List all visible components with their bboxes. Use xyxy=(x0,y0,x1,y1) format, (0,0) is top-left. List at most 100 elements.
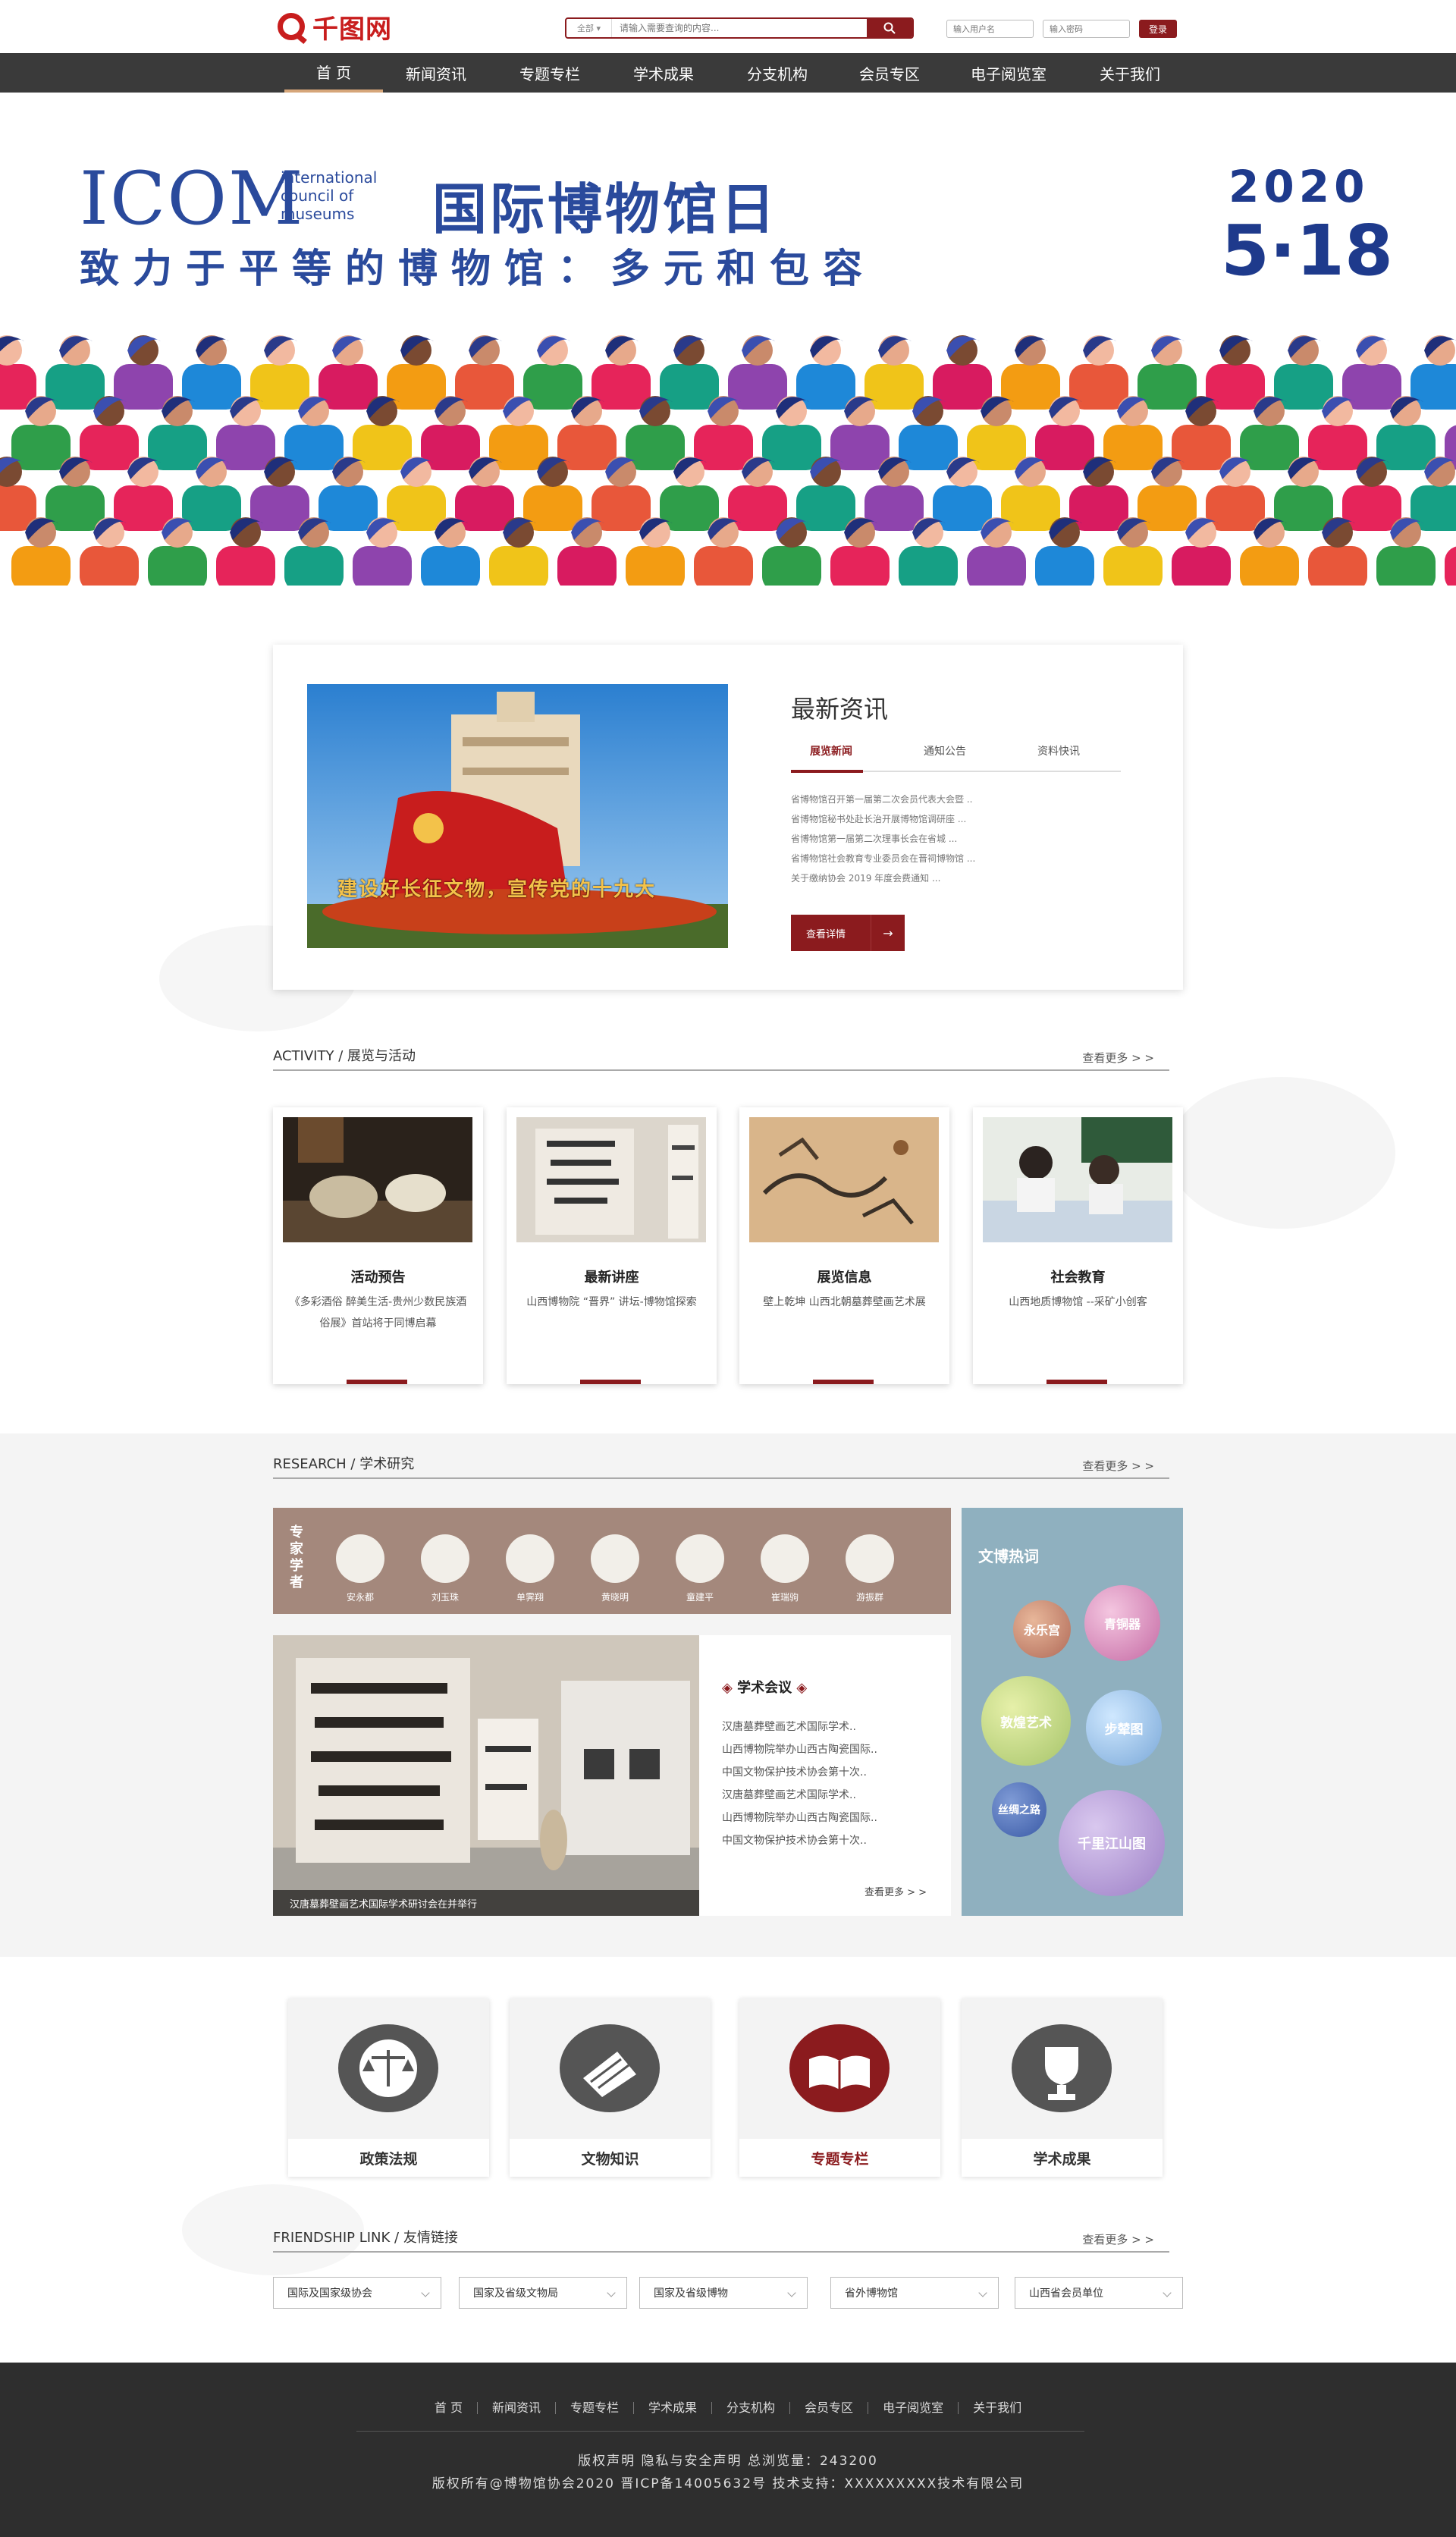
activity-card[interactable]: 社会教育 山西地质博物馆 --采矿小创客 xyxy=(973,1107,1183,1384)
conference-item[interactable]: 汉唐墓葬壁画艺术国际学术.. xyxy=(722,1787,919,1802)
friendship-select[interactable]: 国家及省级文物局 xyxy=(459,2277,627,2309)
hot-words-panel: 文博热词 永乐宫 青铜器 敦煌艺术 步辇图 丝绸之路 千里江山图 xyxy=(962,1508,1183,1916)
tab-exhibition-news[interactable]: 展览新闻 xyxy=(810,743,852,758)
activity-card[interactable]: 活动预告 《多彩酒俗 醉美生活-贵州少数民族酒俗展》首站将于同博启幕 xyxy=(273,1107,483,1384)
hot-word[interactable]: 永乐宫 xyxy=(1013,1600,1071,1658)
conference-item[interactable]: 中国文物保护技术协会第十次.. xyxy=(722,1764,919,1779)
icom-subtitle: international council of museums xyxy=(281,168,378,223)
hero-banner[interactable]: ICOM international council of museums 国际… xyxy=(0,93,1456,586)
top-bar: 千图网 全部 ▾ 登录 xyxy=(0,0,1456,53)
news-list-item[interactable]: 省博物馆召开第一届第二次会员代表大会暨 .. xyxy=(791,793,1132,805)
conference-item[interactable]: 山西博物院举办山西古陶瓷国际.. xyxy=(722,1810,919,1825)
nav-item-members[interactable]: 会员专区 xyxy=(840,53,939,93)
quicklink-label: 学术成果 xyxy=(962,2139,1163,2177)
footer-link[interactable]: 新闻资讯 xyxy=(478,2402,556,2414)
nav-item-branches[interactable]: 分支机构 xyxy=(728,53,827,93)
experts-strip: 专家学者 安永都 刘玉珠 单霁翔 黄晓明 童建平 崔瑞驹 游振群 xyxy=(273,1508,951,1614)
hot-word[interactable]: 敦煌艺术 xyxy=(981,1676,1071,1766)
hot-word[interactable]: 步辇图 xyxy=(1086,1690,1162,1766)
expert-item[interactable]: 单霁翔 xyxy=(488,1534,572,1603)
login-button[interactable]: 登录 xyxy=(1139,20,1177,38)
search-scope-select[interactable]: 全部 ▾ xyxy=(566,19,612,37)
friendship-select[interactable]: 山西省会员单位 xyxy=(1015,2277,1183,2309)
banner-title: 国际博物馆日 xyxy=(432,177,779,241)
conference-title: ◈ 学术会议 ◈ xyxy=(722,1680,808,1696)
footer-link[interactable]: 关于我们 xyxy=(959,2402,1036,2414)
news-list-item[interactable]: 省博物馆社会教育专业委员会在晋祠博物馆 ... xyxy=(791,852,1132,865)
nav-item-about[interactable]: 关于我们 xyxy=(1081,53,1179,93)
activity-card[interactable]: 最新讲座 山西博物院 “晋界” 讲坛-博物馆探索 xyxy=(507,1107,717,1384)
nav-item-home[interactable]: 首 页 xyxy=(284,53,383,93)
avatar xyxy=(591,1534,639,1583)
conference-item[interactable]: 中国文物保护技术协会第十次.. xyxy=(722,1832,919,1848)
activity-more-link[interactable]: 查看更多 > > xyxy=(1082,1050,1154,1066)
news-image[interactable]: 建设好长征文物，宣传党的十九大 xyxy=(307,684,728,948)
friendship-more-link[interactable]: 查看更多 > > xyxy=(1082,2231,1154,2247)
search-button[interactable] xyxy=(867,19,912,37)
quicklink-label: 政策法规 xyxy=(288,2139,489,2177)
diamond-icon: ◈ xyxy=(722,1680,733,1696)
expert-item[interactable]: 黄晓明 xyxy=(573,1534,657,1603)
quicklink-topics[interactable]: 专题专栏 xyxy=(739,1999,940,2177)
news-list-item[interactable]: 关于缴纳协会 2019 年度会费通知 ... xyxy=(791,871,1132,884)
news-image-banner-text: 建设好长征文物，宣传党的十九大 xyxy=(337,878,657,901)
footer-link[interactable]: 学术成果 xyxy=(634,2402,713,2414)
hot-word[interactable]: 千里江山图 xyxy=(1059,1790,1165,1896)
activity-card[interactable]: 展览信息 壁上乾坤 山西北朝墓葬壁画艺术展 xyxy=(739,1107,949,1384)
expert-item[interactable]: 安永都 xyxy=(318,1534,402,1603)
nav-item-news[interactable]: 新闻资讯 xyxy=(387,53,485,93)
quicklink-label: 专题专栏 xyxy=(739,2139,940,2177)
friendship-select[interactable]: 国家及省级博物 xyxy=(639,2277,808,2309)
expert-item[interactable]: 童建平 xyxy=(658,1534,742,1603)
card-accent-bar xyxy=(813,1380,874,1384)
quicklink-achievements[interactable]: 学术成果 xyxy=(962,1999,1163,2177)
username-input[interactable] xyxy=(946,20,1034,38)
footer-link[interactable]: 分支机构 xyxy=(712,2402,791,2414)
footer-link[interactable]: 首 页 xyxy=(420,2402,478,2414)
footer-nav: 首 页新闻资讯 专题专栏 学术成果 分支机构 会员专区 电子阅览室 关于我们 xyxy=(0,2400,1456,2415)
activity-image xyxy=(516,1117,706,1242)
trophy-icon xyxy=(1012,2024,1112,2112)
avatar xyxy=(421,1534,469,1583)
news-list-item[interactable]: 省博物馆秘书处赴长治开展博物馆调研座 ... xyxy=(791,812,1132,825)
expert-item[interactable]: 崔瑞驹 xyxy=(743,1534,827,1603)
main-nav: 首 页 新闻资讯 专题专栏 学术成果 分支机构 会员专区 电子阅览室 关于我们 xyxy=(0,53,1456,93)
footer-link[interactable]: 专题专栏 xyxy=(556,2402,635,2414)
conference-item[interactable]: 山西博物院举办山西古陶瓷国际.. xyxy=(722,1741,919,1757)
card-accent-bar xyxy=(580,1380,641,1384)
hot-word[interactable]: 丝绸之路 xyxy=(992,1782,1046,1837)
activity-card-desc: 《多彩酒俗 醉美生活-贵州少数民族酒俗展》首站将于同博启幕 xyxy=(289,1296,467,1330)
hot-words-title: 文博热词 xyxy=(978,1547,1039,1565)
footer-link[interactable]: 会员专区 xyxy=(790,2402,869,2414)
experts-label: 专家学者 xyxy=(290,1524,303,1590)
nav-item-research[interactable]: 学术成果 xyxy=(614,53,713,93)
news-list-item[interactable]: 省博物馆第一届第二次理事长会在省城 ... xyxy=(791,832,1132,845)
friendship-select[interactable]: 国际及国家级协会 xyxy=(273,2277,441,2309)
activity-card-title: 展览信息 xyxy=(817,1270,872,1286)
book-icon xyxy=(789,2024,890,2112)
conference-more-link[interactable]: 查看更多 > > xyxy=(864,1884,927,1898)
password-input[interactable] xyxy=(1043,20,1130,38)
footer-legal: 版权声明 隐私与安全声明 总浏览量：243200 xyxy=(578,2454,878,2469)
search-input[interactable] xyxy=(612,19,867,37)
hot-word[interactable]: 青铜器 xyxy=(1084,1585,1160,1661)
tab-notices[interactable]: 通知公告 xyxy=(924,743,966,758)
view-details-button[interactable]: 查看详情 → xyxy=(791,915,905,951)
tab-data-news[interactable]: 资料快讯 xyxy=(1037,743,1080,758)
research-feature-image[interactable]: 汉唐墓葬壁画艺术国际学术研讨会在并举行 xyxy=(273,1635,699,1916)
avatar xyxy=(676,1534,724,1583)
quicklink-knowledge[interactable]: 文物知识 xyxy=(510,1999,711,2177)
scales-icon xyxy=(338,2024,438,2112)
research-more-link[interactable]: 查看更多 > > xyxy=(1082,1458,1154,1474)
friendship-heading: FRIENDSHIP LINK / 友情链接 查看更多 > > xyxy=(273,2222,1169,2253)
expert-item[interactable]: 游振群 xyxy=(828,1534,912,1603)
conference-item[interactable]: 汉唐墓葬壁画艺术国际学术.. xyxy=(722,1719,919,1734)
expert-item[interactable]: 刘玉珠 xyxy=(403,1534,487,1603)
site-logo[interactable]: 千图网 xyxy=(278,8,392,46)
footer-link[interactable]: 电子阅览室 xyxy=(868,2402,959,2414)
nav-item-reading-room[interactable]: 电子阅览室 xyxy=(959,53,1058,93)
activity-card-desc: 壁上乾坤 山西北朝墓葬壁画艺术展 xyxy=(763,1296,926,1308)
friendship-select[interactable]: 省外博物馆 xyxy=(830,2277,999,2309)
nav-item-topics[interactable]: 专题专栏 xyxy=(500,53,599,93)
quicklink-policy[interactable]: 政策法规 xyxy=(288,1999,489,2177)
